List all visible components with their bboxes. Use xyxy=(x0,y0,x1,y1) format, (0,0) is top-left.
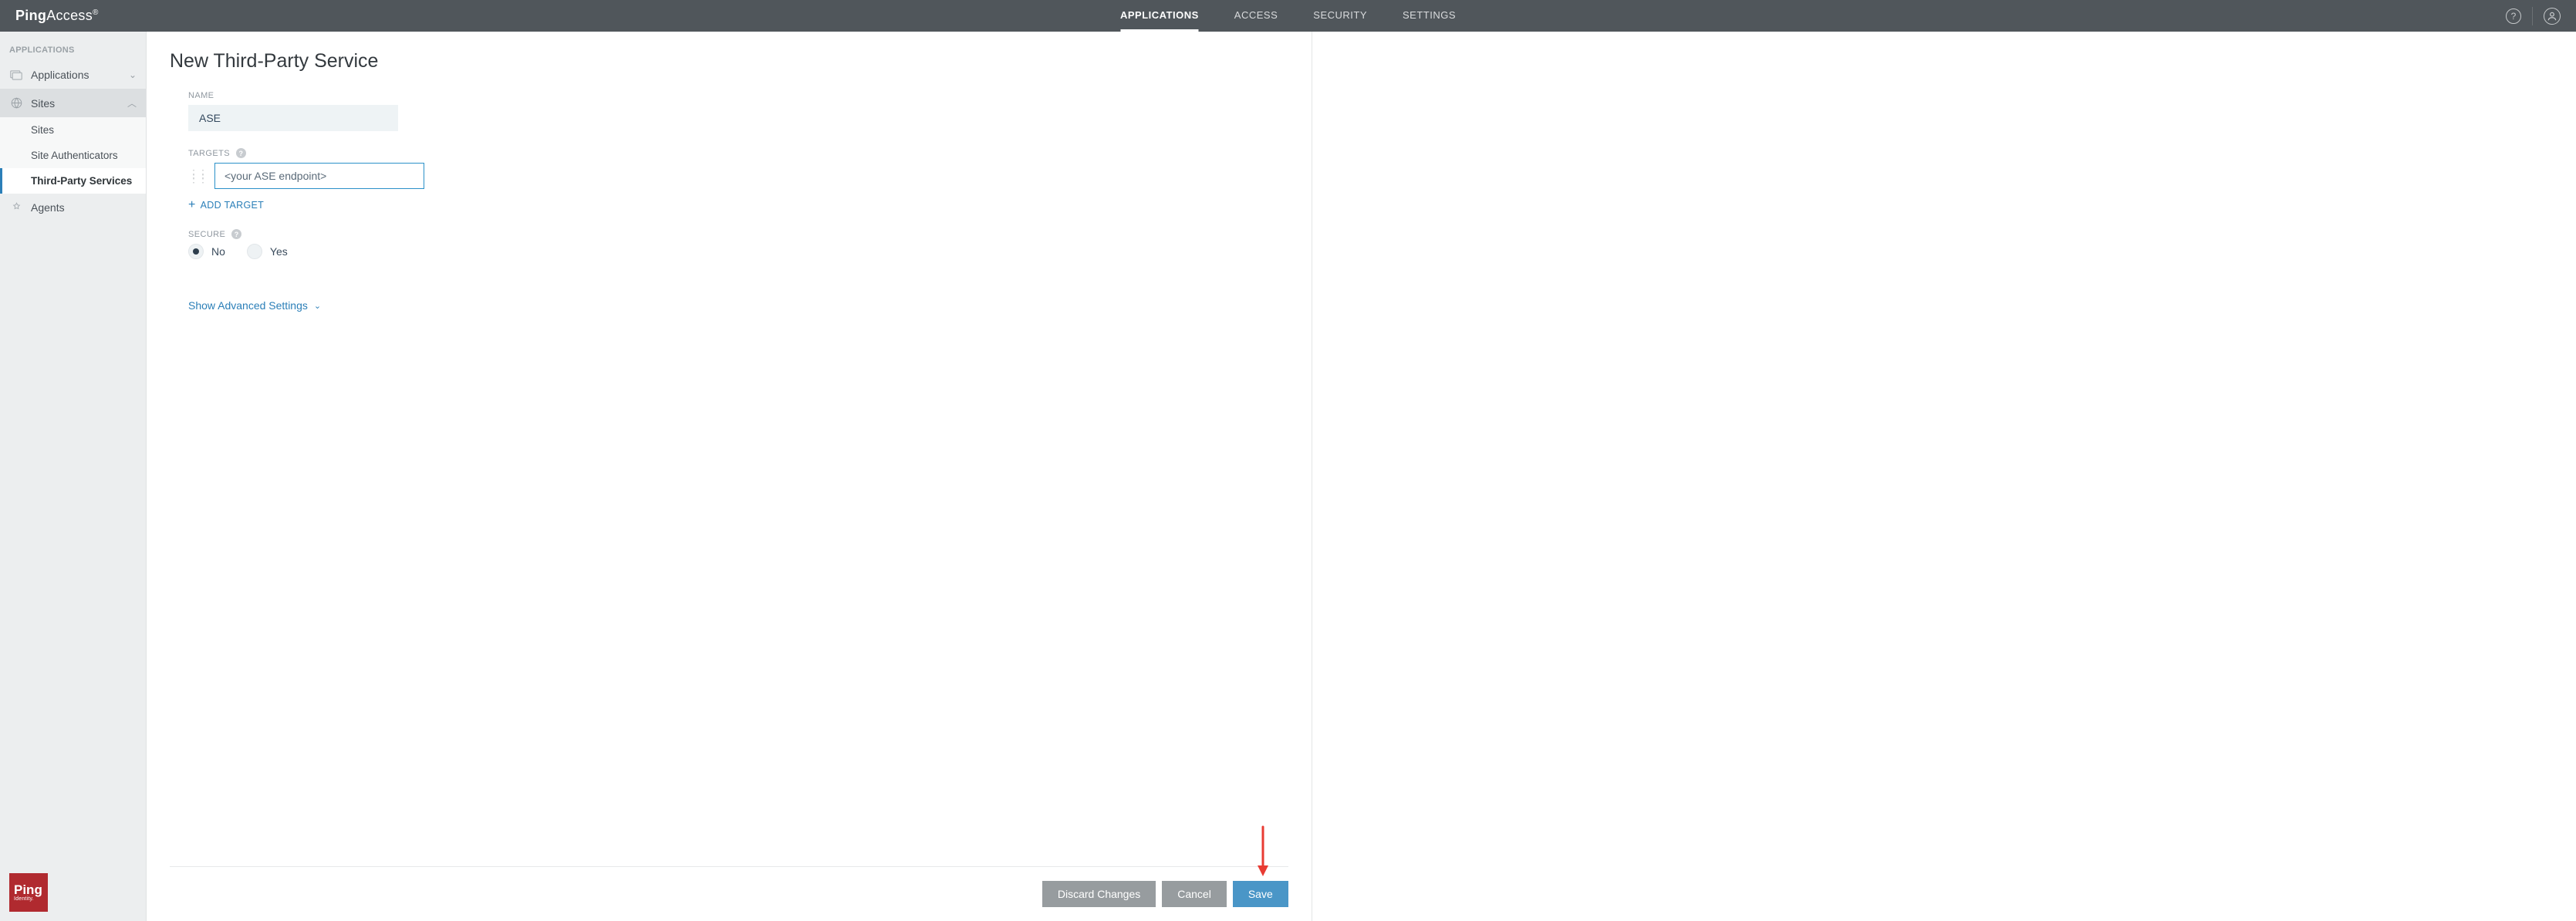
targets-label: TARGETS ? xyxy=(188,148,633,158)
logo-line1: Ping xyxy=(14,883,42,896)
secure-label-text: SECURE xyxy=(188,230,225,239)
radio-label: Yes xyxy=(270,245,288,258)
sidebar-item-agents[interactable]: Agents xyxy=(0,194,146,221)
top-navbar: PingAccess® APPLICATIONS ACCESS SECURITY… xyxy=(0,0,2576,32)
brand-logo: PingAccess® xyxy=(15,8,99,24)
add-target-label: ADD TARGET xyxy=(201,200,264,211)
sidebar-item-applications[interactable]: Applications ⌄ xyxy=(0,61,146,89)
footer-divider xyxy=(170,866,1288,867)
advanced-link-label: Show Advanced Settings xyxy=(188,299,308,312)
primary-nav: APPLICATIONS ACCESS SECURITY SETTINGS xyxy=(1120,0,1456,32)
sidebar-item-label: Sites xyxy=(31,97,55,110)
discard-changes-button[interactable]: Discard Changes xyxy=(1042,881,1156,907)
ping-identity-logo: Ping Identity. xyxy=(9,873,48,912)
secure-radio-no[interactable]: No xyxy=(188,244,225,259)
user-menu-icon[interactable] xyxy=(2544,8,2561,25)
sidebar-child-sites[interactable]: Sites xyxy=(0,117,146,143)
nav-settings[interactable]: SETTINGS xyxy=(1403,1,1456,32)
sidebar-item-label: Agents xyxy=(31,201,65,214)
add-target-button[interactable]: + ADD TARGET xyxy=(188,198,264,212)
nav-applications[interactable]: APPLICATIONS xyxy=(1120,1,1199,32)
name-input[interactable] xyxy=(188,105,398,131)
main-content: New Third-Party Service NAME TARGETS ? ⋮… xyxy=(147,32,1312,921)
secure-radio-group: No Yes xyxy=(188,244,633,259)
secure-label: SECURE ? xyxy=(188,229,633,239)
sidebar-item-label: Applications xyxy=(31,69,89,81)
nav-security[interactable]: SECURITY xyxy=(1313,1,1367,32)
sidebar-item-sites[interactable]: Sites ︿ xyxy=(0,89,146,117)
help-icon[interactable]: ? xyxy=(2506,8,2521,24)
brand-reg: ® xyxy=(93,8,99,17)
name-label: NAME xyxy=(188,91,633,100)
chevron-up-icon: ︿ xyxy=(127,96,137,110)
help-icon[interactable]: ? xyxy=(236,148,246,158)
chevron-down-icon: ⌄ xyxy=(314,301,321,311)
sidebar: APPLICATIONS Applications ⌄ Sites ︿ Site… xyxy=(0,32,147,921)
blank-right-panel xyxy=(1312,32,2576,921)
target-row: ⋮⋮⋮⋮ xyxy=(188,163,633,189)
topbar-separator xyxy=(2532,7,2533,25)
sidebar-category-label: APPLICATIONS xyxy=(0,32,146,61)
cancel-button[interactable]: Cancel xyxy=(1162,881,1227,907)
help-icon[interactable]: ? xyxy=(231,229,241,239)
button-bar: Discard Changes Cancel Save xyxy=(170,881,1288,907)
sidebar-child-site-authenticators[interactable]: Site Authenticators xyxy=(0,143,146,168)
radio-icon xyxy=(247,244,262,259)
secure-radio-yes[interactable]: Yes xyxy=(247,244,288,259)
targets-label-text: TARGETS xyxy=(188,149,230,158)
chevron-down-icon: ⌄ xyxy=(129,69,137,80)
brand-second: Access xyxy=(46,8,93,23)
target-input[interactable] xyxy=(214,163,424,189)
form: NAME TARGETS ? ⋮⋮⋮⋮ + ADD TARGET xyxy=(170,91,633,313)
radio-label: No xyxy=(211,245,225,258)
globe-icon xyxy=(9,98,23,109)
save-button[interactable]: Save xyxy=(1233,881,1288,907)
drag-handle-icon[interactable]: ⋮⋮⋮⋮ xyxy=(188,171,207,180)
show-advanced-settings-link[interactable]: Show Advanced Settings ⌄ xyxy=(188,299,321,312)
field-name: NAME xyxy=(188,91,633,131)
logo-line2: Identity. xyxy=(14,896,34,902)
radio-icon xyxy=(188,244,204,259)
sidebar-child-third-party-services[interactable]: Third-Party Services xyxy=(0,168,146,194)
agents-icon xyxy=(9,202,23,213)
brand-first: Ping xyxy=(15,8,46,23)
page-title: New Third-Party Service xyxy=(170,50,1288,73)
field-targets: TARGETS ? ⋮⋮⋮⋮ + ADD TARGET xyxy=(188,148,633,212)
field-secure: SECURE ? No Yes xyxy=(188,229,633,259)
applications-icon xyxy=(9,69,23,80)
nav-access[interactable]: ACCESS xyxy=(1234,1,1278,32)
topbar-right: ? xyxy=(2506,7,2561,25)
plus-icon: + xyxy=(188,198,196,212)
